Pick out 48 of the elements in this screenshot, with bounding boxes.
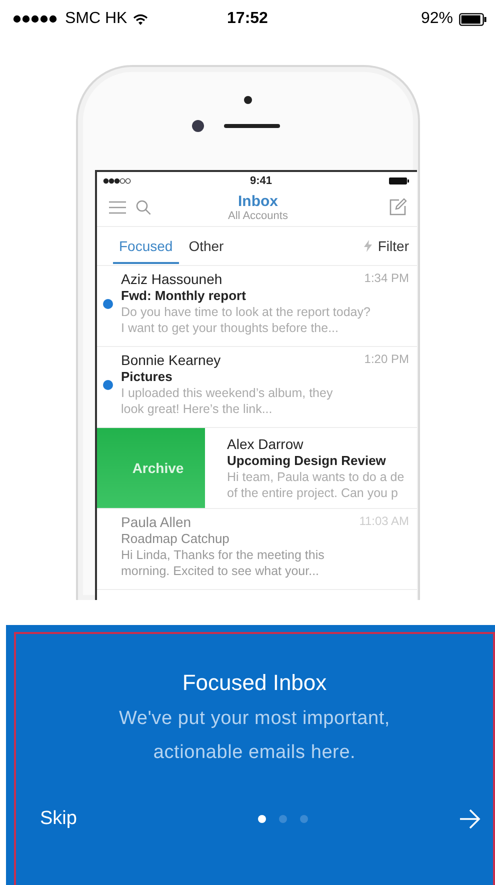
carrier-name: SMC HK (65, 10, 128, 28)
email-subject: Fwd: Monthly report (121, 288, 247, 304)
inbox-title: Inbox (238, 192, 278, 210)
signal-icon (13, 15, 59, 23)
accounts-subtitle: All Accounts (228, 210, 288, 222)
email-sender: Bonnie Kearney (121, 352, 221, 369)
email-row[interactable]: Alex Darrow Upcoming Design Review Hi team, Paula wants to do a de of the entire project. Can you p (205, 428, 417, 508)
page-dot[interactable] (300, 815, 308, 823)
email-preview: morning. Excited to see what your... (121, 563, 320, 579)
wifi-icon (133, 14, 148, 24)
onboarding-title: Focused Inbox (182, 670, 327, 696)
compose-icon[interactable] (389, 198, 407, 216)
battery-icon (459, 12, 487, 26)
email-preview: Hi team, Paula wants to do a de (227, 469, 406, 485)
email-time: 1:20 PM (364, 352, 409, 368)
email-sender: Aziz Hassouneh (121, 271, 222, 288)
email-row[interactable]: Aziz Hassouneh 1:34 PM Fwd: Monthly report Do you have time to look at the report today? I want to get your thoughts before the... (97, 266, 417, 347)
skip-button[interactable]: Skip (40, 808, 77, 830)
camera-icon (192, 120, 204, 132)
sensor-icon (244, 96, 252, 104)
email-subject: Upcoming Design Review (227, 453, 387, 469)
email-preview: Do you have time to look at the report today? (121, 304, 372, 320)
email-preview: of the entire project. Can you p (227, 485, 399, 501)
email-preview: I want to get your thoughts before the... (121, 320, 340, 336)
bolt-icon (364, 240, 372, 252)
mail-tab[interactable]: Other (182, 228, 230, 264)
email-preview: I uploaded this weekend’s album, they (121, 385, 334, 401)
mail-tab[interactable]: Focused (113, 228, 179, 264)
onboarding-text: We've put your most important, actionable emails here. (118, 707, 391, 765)
email-subject: Pictures (121, 369, 174, 385)
email-preview: look great! Here’s the link... (121, 401, 274, 417)
battery-percent: 92% (420, 10, 453, 28)
filter-button[interactable]: Filter (376, 238, 411, 254)
speaker-icon (224, 124, 280, 128)
email-preview: Hi Linda, Thanks for the meeting this (121, 547, 326, 563)
signal-icon (103, 177, 133, 185)
email-sender: Alex Darrow (227, 436, 304, 453)
email-sender: Paula Allen (121, 514, 192, 531)
search-icon[interactable] (136, 200, 151, 214)
page-dot[interactable] (258, 815, 266, 823)
email-time: 1:34 PM (364, 271, 409, 287)
status-time: 17:52 (227, 10, 268, 28)
next-arrow-icon[interactable] (459, 809, 481, 829)
battery-icon (389, 177, 409, 185)
page-dot[interactable] (278, 815, 287, 823)
email-subject: Roadmap Catchup (121, 531, 230, 547)
menu-icon[interactable] (109, 200, 126, 214)
status-time: 9:41 (250, 175, 272, 187)
